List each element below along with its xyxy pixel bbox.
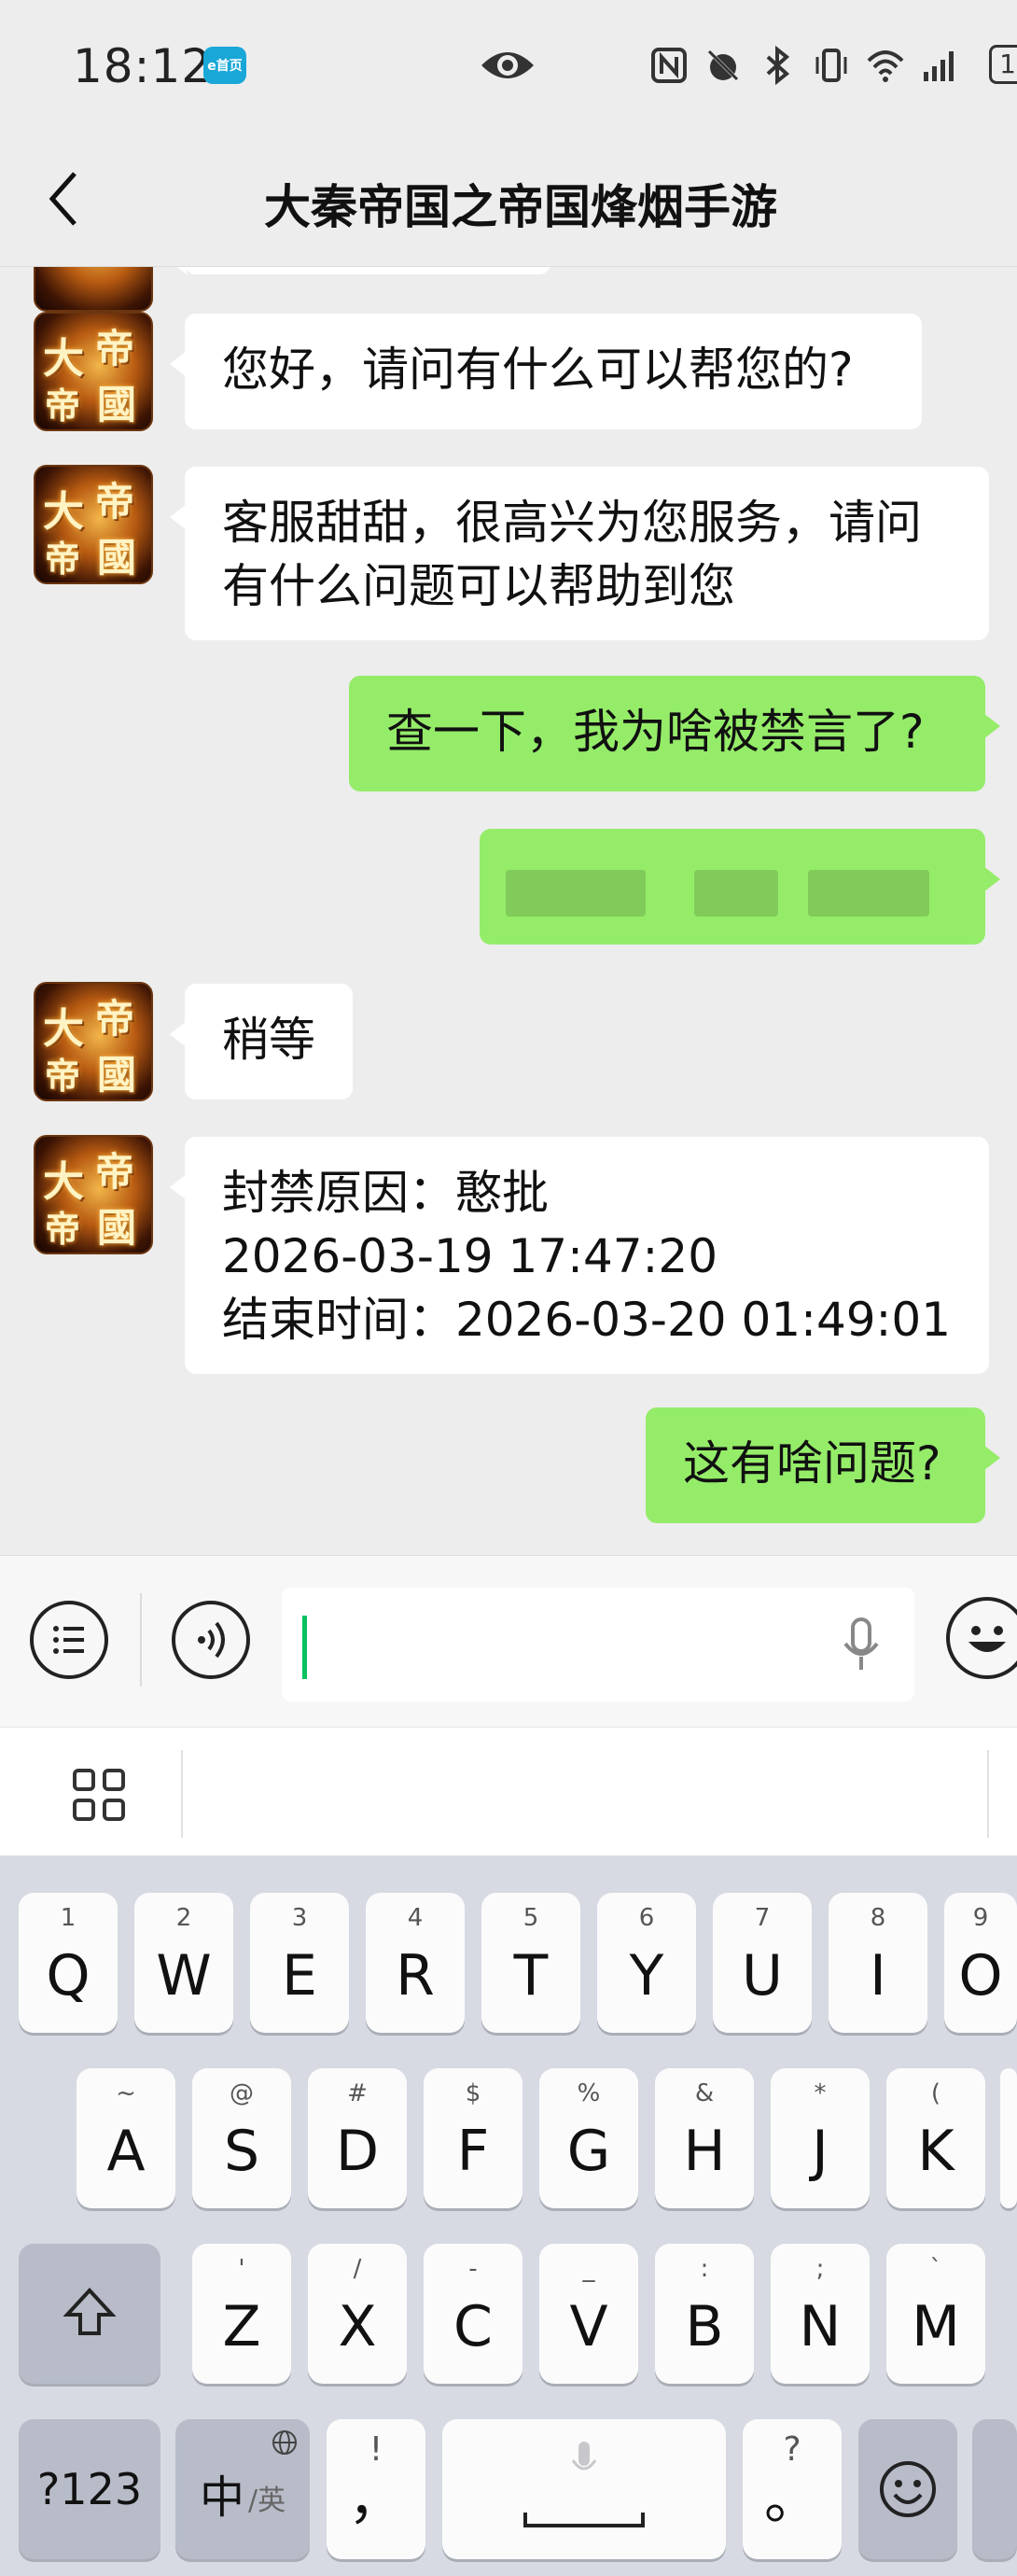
menu-list-button[interactable] [30, 1601, 108, 1679]
key-g[interactable]: % G [539, 2068, 638, 2208]
nfc-icon [651, 48, 687, 83]
redaction-blur [808, 870, 929, 917]
eye-icon [481, 52, 534, 78]
key-a[interactable]: ~ A [77, 2068, 175, 2208]
redaction-blur [694, 870, 778, 917]
toolbar-divider [987, 1750, 989, 1838]
key-z[interactable]: ' Z [192, 2244, 291, 2384]
key-q[interactable]: 1Q [19, 1893, 118, 2033]
alarm-off-icon [705, 48, 741, 83]
chat-header: 大秦帝国之帝国烽烟手游 [0, 133, 1017, 267]
key-y[interactable]: 6Y [597, 1893, 696, 2033]
my-message-bubble-redacted[interactable] [480, 829, 1000, 945]
smiley-icon [968, 1626, 1006, 1652]
wifi-icon [867, 50, 904, 82]
vibrate-icon [815, 49, 847, 82]
key-c[interactable]: -C [424, 2244, 522, 2384]
emoji-button[interactable] [946, 1597, 1017, 1679]
text-cursor [302, 1616, 307, 1679]
shift-arrow-icon [63, 2288, 117, 2335]
shift-key[interactable] [19, 2244, 160, 2384]
smiley-icon [880, 2461, 936, 2517]
message-bubble[interactable]: 封禁原因：憨批 2026-03-19 17:47:20 结束时间：2026-03… [170, 1137, 989, 1374]
numbers-key[interactable]: ?123 [19, 2419, 160, 2559]
key-h[interactable]: & H [655, 2068, 754, 2208]
signal-icon [924, 51, 954, 81]
message-bubble[interactable]: 客服甜甜，很高兴为您服务，请问 有什么问题可以帮助到您 [170, 467, 989, 640]
key-f[interactable]: $ F [424, 2068, 522, 2208]
key-d[interactable]: # D [308, 2068, 407, 2208]
space-key[interactable] [442, 2419, 726, 2559]
enter-key-partial[interactable] [972, 2419, 1017, 2559]
key-o[interactable]: 9O [944, 1893, 1017, 2033]
service-avatar[interactable]: 大 帝 帝 國 [34, 1135, 153, 1254]
key-l-partial[interactable] [1000, 2068, 1017, 2208]
chat-title: 大秦帝国之帝国烽烟手游 [264, 180, 777, 234]
key-e[interactable]: 3E [250, 1893, 349, 2033]
key-s[interactable]: @ S [192, 2068, 291, 2208]
bluetooth-icon [766, 46, 790, 85]
service-avatar[interactable]: 大 帝 帝 國 [34, 312, 153, 431]
status-bar: 18:12 e首页 1 [0, 0, 1017, 133]
key-v[interactable]: _ V [539, 2244, 638, 2384]
status-time: 18:12 [73, 39, 213, 93]
comma-key[interactable]: !， [327, 2419, 425, 2559]
key-b[interactable]: :B [655, 2244, 754, 2384]
key-u[interactable]: 7U [713, 1893, 812, 2033]
key-j[interactable]: * J [771, 2068, 870, 2208]
language-switch-key[interactable]: 中 /英 [175, 2419, 310, 2559]
space-mic-icon [571, 2442, 597, 2471]
toolbar-divider [181, 1750, 183, 1838]
emoji-key[interactable] [858, 2419, 957, 2559]
service-avatar[interactable]: 大 帝 帝 國 [34, 982, 153, 1101]
app-badge-icon: e首页 [203, 47, 246, 84]
message-bubble[interactable]: 您好，请问有什么可以帮您的? [170, 314, 922, 429]
key-t[interactable]: 5T [481, 1893, 580, 2033]
key-w[interactable]: 2W [134, 1893, 233, 2033]
service-avatar[interactable]: 大 帝 帝 國 [34, 465, 153, 584]
voice-waves-icon [198, 1621, 225, 1659]
message-input[interactable] [282, 1588, 914, 1701]
message-bubble-partial [170, 267, 550, 274]
key-n[interactable]: ; N [771, 2244, 870, 2384]
message-list[interactable]: 大 帝 帝 國 您好，请问有什么可以帮您的? 大 帝 帝 國 客服甜甜，很高兴为… [0, 267, 1017, 1555]
key-m[interactable]: ` M [886, 2244, 985, 2384]
key-i[interactable]: 8I [829, 1893, 927, 2033]
my-message-bubble[interactable]: 这有啥问题? [646, 1407, 1000, 1523]
key-x[interactable]: / X [308, 2244, 407, 2384]
voice-input-button[interactable] [172, 1601, 250, 1679]
chat-screen: 18:12 e首页 1 大秦帝国之帝国烽烟手游 大 帝 帝 國 您好，请问有什么… [0, 0, 1017, 2576]
battery-icon: 1 [989, 45, 1017, 84]
microphone-icon[interactable] [840, 1616, 883, 1675]
message-bubble[interactable]: 稍等 [170, 984, 353, 1099]
soft-keyboard: 1Q 2W 3E 4R 5T 6Y 7U 8I 9O ~ A @ S # D $ F %… [0, 1855, 1017, 2576]
apps-grid-icon[interactable] [71, 1767, 127, 1823]
key-r[interactable]: 4R [366, 1893, 465, 2033]
status-icons [649, 43, 959, 88]
key-k[interactable]: (K [886, 2068, 985, 2208]
input-bar [0, 1555, 1017, 1727]
input-divider [140, 1593, 142, 1687]
globe-icon [272, 2430, 297, 2455]
keyboard-toolbar [0, 1727, 1017, 1855]
space-bar-icon [523, 2513, 645, 2527]
period-key[interactable]: ?。 [743, 2419, 842, 2559]
redaction-blur [506, 870, 646, 917]
list-icon [53, 1626, 84, 1654]
my-message-bubble[interactable]: 查一下，我为啥被禁言了? [349, 676, 1000, 791]
service-avatar[interactable] [34, 267, 153, 312]
